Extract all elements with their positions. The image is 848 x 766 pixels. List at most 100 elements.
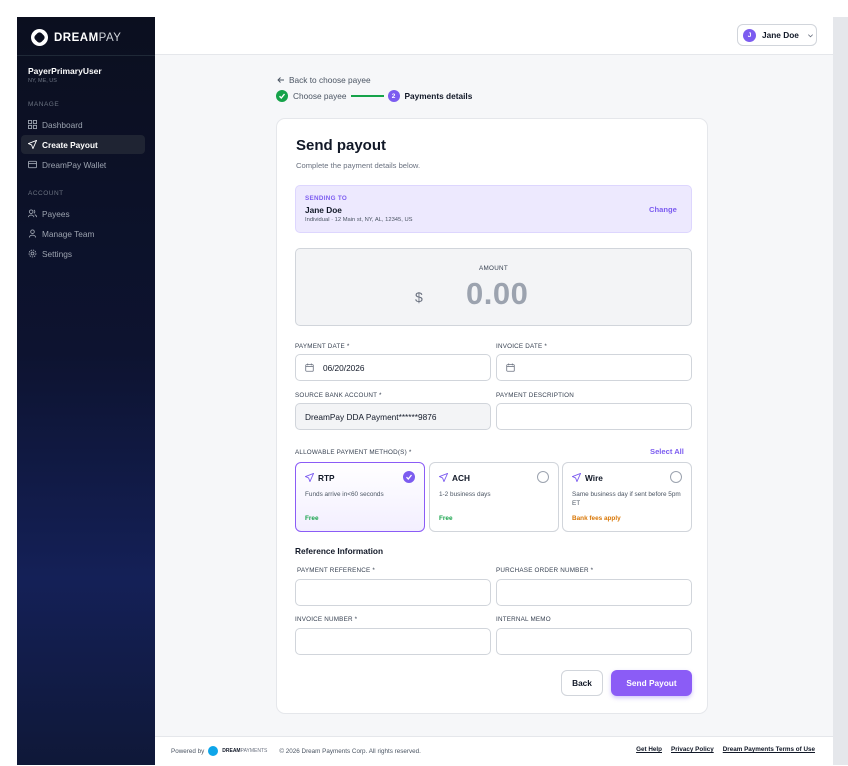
terms-of-use-link[interactable]: Dream Payments Terms of Use bbox=[723, 746, 815, 753]
user-menu-name: Jane Doe bbox=[762, 30, 799, 40]
method-desc: 1-2 business days bbox=[439, 491, 491, 498]
invoice-number-field[interactable] bbox=[295, 628, 491, 655]
amount-label: AMOUNT bbox=[478, 265, 509, 272]
gear-icon bbox=[28, 249, 37, 258]
amount-input[interactable]: AMOUNT $ 0.00 bbox=[295, 248, 692, 326]
sidebar-item-label: Create Payout bbox=[42, 139, 98, 150]
method-radio[interactable] bbox=[537, 471, 549, 483]
get-help-link[interactable]: Get Help bbox=[636, 746, 662, 753]
sidebar-item-dashboard[interactable]: Dashboard bbox=[21, 115, 145, 134]
payment-reference-label: PAYMENT REFERENCE * bbox=[297, 567, 375, 574]
check-icon bbox=[276, 90, 288, 102]
top-bar: J Jane Doe bbox=[155, 17, 833, 55]
user-icon bbox=[28, 229, 37, 238]
stepper: Choose payee 2 Payments details bbox=[276, 90, 472, 102]
user-menu-button[interactable]: J Jane Doe bbox=[737, 24, 817, 46]
sidebar-item-payees[interactable]: Payees bbox=[21, 204, 145, 223]
method-fee: Bank fees apply bbox=[572, 515, 621, 522]
sidebar-item-settings[interactable]: Settings bbox=[21, 244, 145, 263]
page-title: Send payout bbox=[296, 137, 387, 154]
method-card-rtp[interactable]: RTP Funds arrive in<60 seconds Free bbox=[295, 462, 425, 532]
mini-logo-icon bbox=[208, 746, 219, 756]
grid-icon bbox=[28, 120, 37, 129]
payment-date-value: 06/20/2026 bbox=[323, 362, 365, 373]
mini-brand: DREAMPAYMENTS bbox=[222, 748, 268, 754]
calendar-icon bbox=[305, 363, 314, 372]
method-fee: Free bbox=[305, 515, 319, 522]
top-strip bbox=[0, 0, 848, 17]
chevron-down-icon bbox=[807, 33, 813, 37]
send-icon bbox=[439, 473, 448, 482]
payment-methods-label: ALLOWABLE PAYMENT METHOD(S) * bbox=[295, 449, 412, 456]
internal-memo-field[interactable] bbox=[496, 628, 692, 655]
payee-name: Jane Doe bbox=[305, 205, 342, 215]
sidebar-item-label: DreamPay Wallet bbox=[42, 159, 107, 170]
logo-icon bbox=[31, 29, 48, 46]
method-radio-checked[interactable] bbox=[403, 471, 415, 483]
wallet-icon bbox=[28, 160, 37, 169]
avatar: J bbox=[743, 28, 756, 42]
sidebar-item-label: Manage Team bbox=[42, 228, 95, 239]
step-payments-details: Payments details bbox=[404, 91, 473, 101]
step-choose-payee[interactable]: Choose payee bbox=[293, 91, 347, 101]
back-button[interactable]: Back bbox=[561, 670, 603, 696]
footer-links: Get Help Privacy Policy Dream Payments T… bbox=[636, 746, 815, 753]
brand-logo[interactable]: DREAMPAY bbox=[31, 29, 121, 46]
sidebar-item-label: Settings bbox=[42, 248, 72, 259]
powered-by: Powered by DREAMPAYMENTS © 2026 Dream Pa… bbox=[171, 746, 421, 756]
method-card-wire[interactable]: Wire Same business day if sent before 5p… bbox=[562, 462, 692, 532]
purchase-order-label: PURCHASE ORDER NUMBER * bbox=[496, 567, 594, 574]
section-account: ACCOUNT bbox=[28, 190, 64, 197]
sending-to-label: SENDING TO bbox=[305, 195, 348, 202]
payment-reference-field[interactable] bbox=[295, 579, 491, 606]
payment-description-label: PAYMENT DESCRIPTION bbox=[496, 392, 574, 399]
send-icon bbox=[28, 140, 37, 149]
send-payout-card: Send payout Complete the payment details… bbox=[276, 118, 708, 714]
method-radio[interactable] bbox=[670, 471, 682, 483]
page-subtitle: Complete the payment details below. bbox=[296, 161, 421, 170]
sidebar-divider bbox=[17, 55, 155, 56]
main-content: J Jane Doe Back to choose payee Choose p… bbox=[155, 17, 833, 766]
source-bank-value: DreamPay DDA Payment******9876 bbox=[305, 411, 437, 422]
powered-by-label: Powered by bbox=[171, 747, 205, 755]
sidebar-item-label: Payees bbox=[42, 208, 70, 219]
source-bank-label: SOURCE BANK ACCOUNT * bbox=[295, 392, 382, 399]
sidebar-user-name: PayerPrimaryUser bbox=[28, 66, 102, 76]
right-gutter bbox=[833, 17, 848, 765]
purchase-order-field[interactable] bbox=[496, 579, 692, 606]
payee-address: Individual · 12 Main st, NY, AL, 12345, … bbox=[305, 217, 413, 223]
back-link-label: Back to choose payee bbox=[289, 75, 371, 85]
sidebar-item-manage-team[interactable]: Manage Team bbox=[21, 224, 145, 243]
send-payout-button[interactable]: Send Payout bbox=[611, 670, 692, 696]
logo-text: DREAMPAY bbox=[54, 31, 122, 44]
method-fee: Free bbox=[439, 515, 453, 522]
step-number: 2 bbox=[387, 90, 400, 102]
sending-to-panel: SENDING TO Jane Doe Individual · 12 Main… bbox=[295, 185, 692, 233]
payment-description-field[interactable] bbox=[496, 403, 692, 430]
sidebar-user-location: NY, ME, US bbox=[28, 78, 57, 84]
method-desc: Same business day if sent before 5pm ET bbox=[572, 491, 681, 507]
sidebar: DREAMPAY PayerPrimaryUser NY, ME, US MAN… bbox=[17, 17, 155, 765]
invoice-date-label: INVOICE DATE * bbox=[496, 343, 547, 350]
app-window: DREAMPAY PayerPrimaryUser NY, ME, US MAN… bbox=[17, 17, 833, 766]
reference-section-title: Reference Information bbox=[295, 546, 384, 556]
send-icon bbox=[305, 473, 314, 482]
sidebar-item-label: Dashboard bbox=[42, 119, 83, 130]
back-to-choose-payee-link[interactable]: Back to choose payee bbox=[277, 75, 371, 85]
method-desc: Funds arrive in<60 seconds bbox=[305, 491, 384, 498]
invoice-date-field[interactable] bbox=[496, 354, 692, 381]
step-connector bbox=[350, 95, 384, 97]
source-bank-field[interactable]: DreamPay DDA Payment******9876 bbox=[295, 403, 491, 430]
select-all-button[interactable]: Select All bbox=[650, 447, 684, 456]
sidebar-item-create-payout[interactable]: Create Payout bbox=[21, 135, 145, 154]
arrow-left-icon bbox=[277, 77, 284, 83]
send-icon bbox=[572, 473, 581, 482]
payment-date-field[interactable]: 06/20/2026 bbox=[295, 354, 491, 381]
sidebar-item-dreampay-wallet[interactable]: DreamPay Wallet bbox=[21, 155, 145, 174]
method-card-ach[interactable]: ACH 1-2 business days Free bbox=[429, 462, 559, 532]
invoice-number-label: INVOICE NUMBER * bbox=[295, 616, 358, 623]
method-name: Wire bbox=[585, 473, 603, 483]
privacy-policy-link[interactable]: Privacy Policy bbox=[671, 746, 714, 753]
change-payee-link[interactable]: Change bbox=[649, 205, 677, 214]
footer: Powered by DREAMPAYMENTS © 2026 Dream Pa… bbox=[155, 736, 833, 766]
